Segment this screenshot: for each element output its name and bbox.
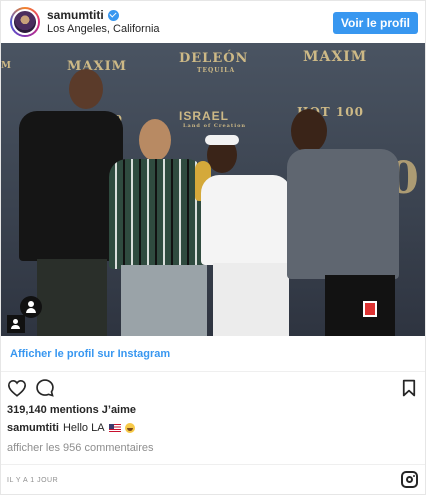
likes-count[interactable]: 319,140 mentions J’aime (7, 404, 136, 416)
caption-username[interactable]: samumtiti (7, 422, 59, 434)
action-bar (1, 373, 425, 403)
post-photo[interactable]: M MAXIM DELEÓN TEQUILA MAXIM ISRAEL Land… (1, 43, 425, 336)
view-comments-link[interactable]: afficher les 956 commentaires (7, 442, 154, 454)
backdrop-logo: DELEÓN (179, 51, 249, 66)
backdrop-logo-sub: TEQUILA (197, 67, 236, 74)
smile-emoji-icon (124, 423, 135, 433)
avatar-image (12, 9, 38, 35)
caption: samumtiti Hello LA (7, 422, 135, 434)
avatar[interactable] (10, 7, 40, 37)
post-header: samumtiti Los Angeles, California Voir l… (1, 1, 425, 43)
post-timestamp[interactable]: IL Y A 1 JOUR (7, 477, 58, 484)
view-profile-bar: Afficher le profil sur Instagram (1, 336, 425, 372)
view-profile-button[interactable]: Voir le profil (332, 12, 418, 34)
user-tag-icon[interactable] (7, 315, 25, 333)
username[interactable]: samumtiti (47, 8, 104, 22)
caption-text: Hello LA (62, 422, 105, 434)
us-flag-icon (108, 424, 121, 432)
verified-badge-icon (107, 9, 119, 21)
backdrop-logo: MAXIM (303, 49, 368, 65)
bookmark-icon[interactable] (402, 379, 416, 397)
instagram-logo-icon[interactable] (401, 471, 418, 488)
comment-icon[interactable] (35, 378, 55, 398)
post-footer: IL Y A 1 JOUR (1, 464, 425, 494)
view-profile-link[interactable]: Afficher le profil sur Instagram (10, 348, 170, 360)
location[interactable]: Los Angeles, California (47, 23, 160, 35)
username-row: samumtiti (47, 8, 119, 22)
heart-icon[interactable] (7, 379, 27, 397)
instagram-embed-card: samumtiti Los Angeles, California Voir l… (0, 0, 426, 495)
person-1 (11, 63, 123, 336)
person-4 (285, 105, 405, 336)
